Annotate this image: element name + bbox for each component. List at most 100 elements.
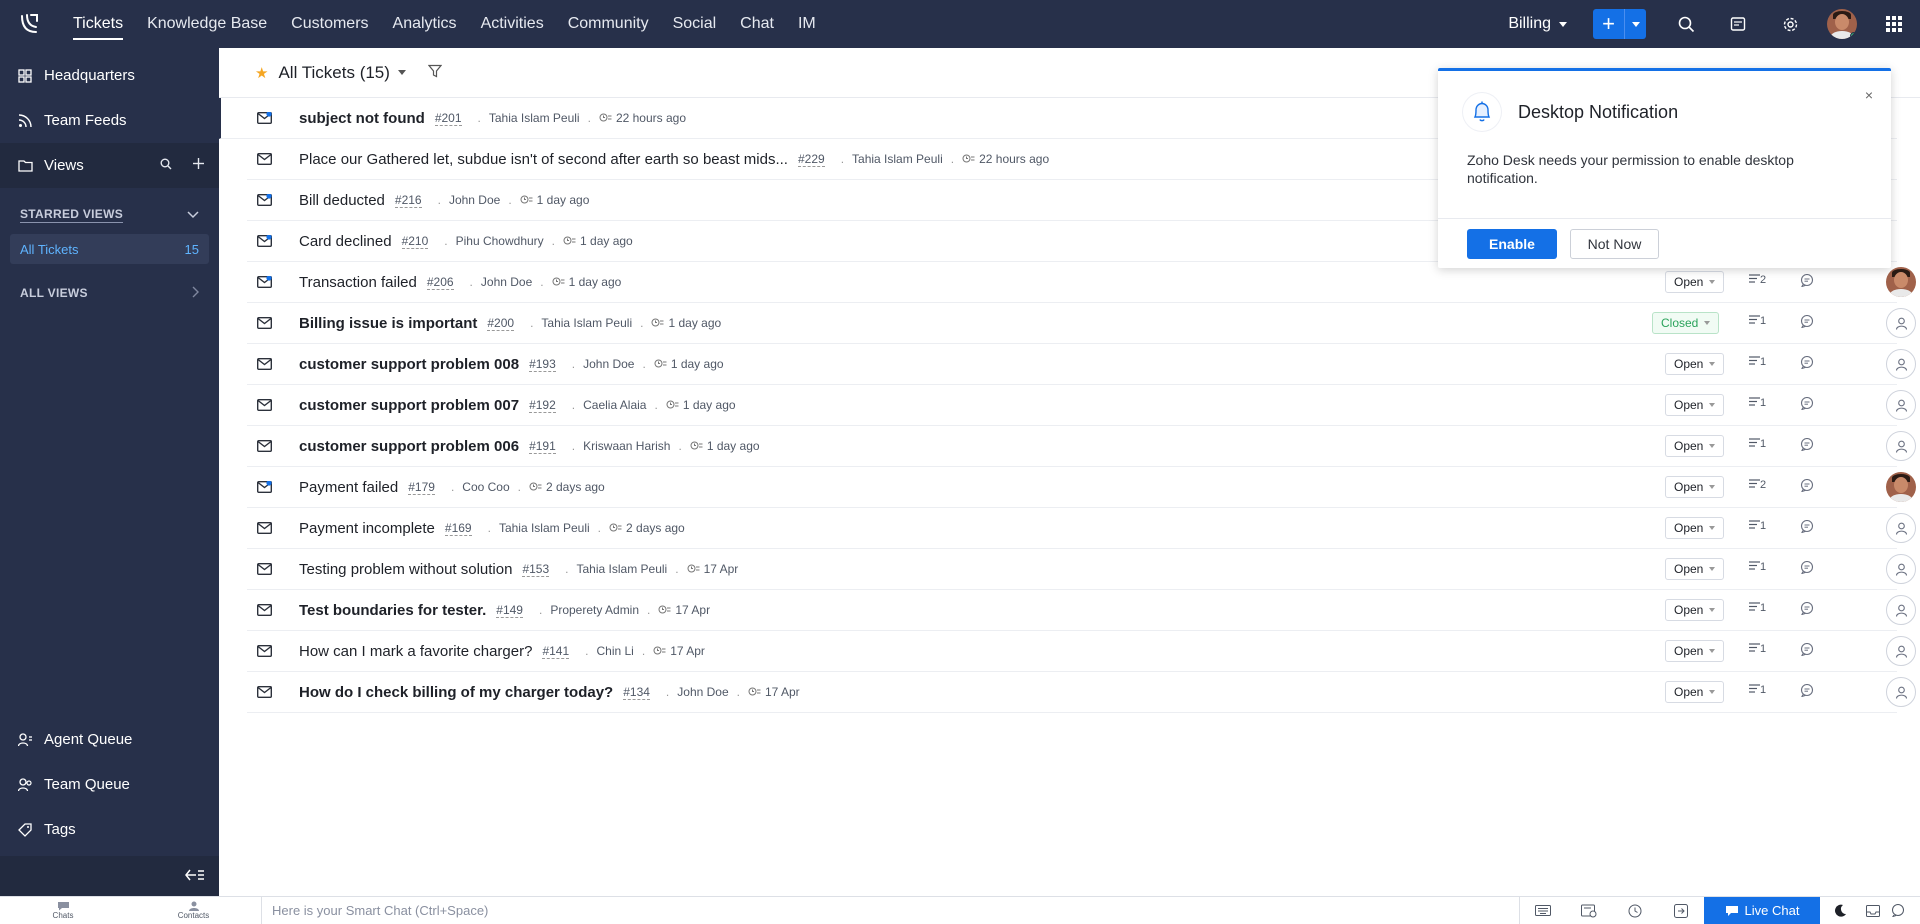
ticket-number[interactable]: #141 bbox=[542, 644, 570, 659]
thread-count[interactable]: 1 bbox=[1749, 520, 1766, 532]
ticket-subject[interactable]: subject not found bbox=[299, 110, 425, 127]
ticket-contact[interactable]: Tahia Islam Peuli bbox=[852, 152, 943, 166]
enable-button[interactable]: Enable bbox=[1467, 228, 1557, 259]
ticket-contact[interactable]: Caelia Alaia bbox=[583, 398, 646, 412]
ticket-subject[interactable]: Payment incomplete bbox=[299, 520, 435, 537]
ticket-row[interactable]: customer support problem 008 #193. John Do… bbox=[247, 344, 1916, 385]
assign-agent-icon[interactable] bbox=[1886, 554, 1916, 584]
chats-tab[interactable]: Chats bbox=[0, 897, 126, 924]
ticket-row[interactable]: How do I check billing of my charger tod… bbox=[247, 672, 1916, 713]
status-dropdown[interactable]: Closed bbox=[1652, 312, 1720, 334]
thread-count[interactable]: 1 bbox=[1749, 684, 1766, 696]
nav-tab-tickets[interactable]: Tickets bbox=[73, 0, 124, 48]
status-dropdown[interactable]: Open bbox=[1665, 353, 1725, 375]
ticket-subject[interactable]: Billing issue is important bbox=[299, 315, 477, 332]
comment-icon[interactable] bbox=[1800, 642, 1814, 659]
notes-icon[interactable] bbox=[1712, 0, 1764, 48]
ticket-status-icon[interactable] bbox=[1566, 897, 1612, 924]
nav-tab-community[interactable]: Community bbox=[568, 0, 649, 48]
assign-agent-icon[interactable] bbox=[1886, 349, 1916, 379]
zoho-desk-logo-icon[interactable] bbox=[0, 0, 58, 48]
close-icon[interactable]: × bbox=[1865, 87, 1873, 103]
ticket-subject[interactable]: Test boundaries for tester. bbox=[299, 602, 486, 619]
ticket-number[interactable]: #229 bbox=[797, 152, 825, 167]
assignee-avatar[interactable] bbox=[1886, 267, 1916, 297]
ticket-number[interactable]: #153 bbox=[522, 562, 550, 577]
ticket-row[interactable]: customer support problem 006 #191. Kriswaa… bbox=[247, 426, 1916, 467]
ticket-subject[interactable]: Payment failed bbox=[299, 479, 398, 496]
thread-count[interactable]: 1 bbox=[1749, 438, 1766, 450]
ticket-row[interactable]: Testing problem without solution #153. Tah… bbox=[247, 549, 1916, 590]
smart-chat-input[interactable]: Here is your Smart Chat (Ctrl+Space) bbox=[261, 896, 1520, 924]
keyboard-icon[interactable] bbox=[1520, 897, 1566, 924]
ticket-contact[interactable]: Kriswaan Harish bbox=[583, 439, 670, 453]
inbox-icon[interactable] bbox=[1860, 897, 1886, 924]
view-selector[interactable]: All Tickets (15) bbox=[278, 63, 406, 83]
add-dropdown-button[interactable] bbox=[1624, 9, 1646, 39]
ticket-contact[interactable]: Tahia Islam Peuli bbox=[499, 521, 590, 535]
live-chat-button[interactable]: Live Chat bbox=[1704, 896, 1820, 924]
clock-icon[interactable] bbox=[1612, 897, 1658, 924]
sidebar-item-views[interactable]: Views bbox=[0, 143, 219, 188]
ticket-contact[interactable]: John Doe bbox=[583, 357, 634, 371]
thread-count[interactable]: 1 bbox=[1749, 315, 1766, 327]
contacts-tab[interactable]: Contacts bbox=[126, 897, 261, 924]
ticket-row[interactable]: Billing issue is important #200. Tahia Isl… bbox=[247, 303, 1916, 344]
ticket-number[interactable]: #216 bbox=[394, 193, 422, 208]
ticket-subject[interactable]: Bill deducted bbox=[299, 192, 385, 209]
status-dropdown[interactable]: Open bbox=[1665, 394, 1725, 416]
thread-count[interactable]: 1 bbox=[1749, 602, 1766, 614]
ticket-contact[interactable]: Tahia Islam Peuli bbox=[577, 562, 668, 576]
thread-count[interactable]: 1 bbox=[1749, 561, 1766, 573]
ticket-contact[interactable]: Coo Coo bbox=[462, 480, 509, 494]
comment-icon[interactable] bbox=[1800, 683, 1814, 700]
ticket-row[interactable]: How can I mark a favorite charger? #141. C… bbox=[247, 631, 1916, 672]
ticket-subject[interactable]: customer support problem 008 bbox=[299, 356, 519, 373]
ticket-row[interactable]: customer support problem 007 #192. Caelia … bbox=[247, 385, 1916, 426]
comment-icon[interactable] bbox=[1800, 519, 1814, 536]
department-switcher[interactable]: Billing bbox=[1508, 15, 1567, 33]
nav-tab-analytics[interactable]: Analytics bbox=[393, 0, 457, 48]
ticket-row[interactable]: Test boundaries for tester. #149. Properet… bbox=[247, 590, 1916, 631]
status-dropdown[interactable]: Open bbox=[1665, 681, 1725, 703]
starred-views-header[interactable]: STARRED VIEWS bbox=[0, 198, 219, 232]
ticket-contact[interactable]: Tahia Islam Peuli bbox=[489, 111, 580, 125]
comment-icon[interactable] bbox=[1800, 560, 1814, 577]
thread-count[interactable]: 1 bbox=[1749, 643, 1766, 655]
gear-icon[interactable] bbox=[1764, 0, 1816, 48]
assign-agent-icon[interactable] bbox=[1886, 390, 1916, 420]
assign-agent-icon[interactable] bbox=[1886, 308, 1916, 338]
ticket-number[interactable]: #193 bbox=[529, 357, 556, 372]
ticket-number[interactable]: #149 bbox=[496, 603, 523, 618]
sidebar-item-tags[interactable]: Tags bbox=[0, 807, 219, 852]
status-dropdown[interactable]: Open bbox=[1665, 517, 1725, 539]
assign-agent-icon[interactable] bbox=[1886, 513, 1916, 543]
sidebar-item-headquarters[interactable]: Headquarters bbox=[0, 53, 219, 98]
comment-icon[interactable] bbox=[1800, 273, 1814, 290]
ticket-contact[interactable]: John Doe bbox=[677, 685, 728, 699]
comment-icon[interactable] bbox=[1800, 396, 1814, 413]
nav-tab-customers[interactable]: Customers bbox=[291, 0, 368, 48]
thread-count[interactable]: 1 bbox=[1749, 397, 1766, 409]
user-avatar[interactable] bbox=[1827, 9, 1857, 39]
ticket-subject[interactable]: Place our Gathered let, subdue isn't of … bbox=[299, 151, 788, 168]
collapse-sidebar-button[interactable] bbox=[0, 856, 219, 896]
assignee-avatar[interactable] bbox=[1886, 472, 1916, 502]
ticket-number[interactable]: #201 bbox=[434, 111, 462, 126]
ticket-contact[interactable]: Tahia Islam Peuli bbox=[541, 316, 632, 330]
ticket-number[interactable]: #169 bbox=[444, 521, 472, 536]
ticket-subject[interactable]: How do I check billing of my charger tod… bbox=[299, 684, 613, 701]
assign-agent-icon[interactable] bbox=[1886, 595, 1916, 625]
comment-icon[interactable] bbox=[1800, 437, 1814, 454]
ticket-row[interactable]: Payment failed #179. Coo Coo. 2 days ago Ope… bbox=[247, 467, 1916, 508]
ticket-number[interactable]: #179 bbox=[408, 480, 435, 495]
screen-share-icon[interactable] bbox=[1658, 897, 1704, 924]
all-views-header[interactable]: ALL VIEWS bbox=[0, 276, 219, 310]
add-new-button[interactable]: + bbox=[1593, 9, 1624, 39]
sidebar-item-agent-queue[interactable]: Agent Queue bbox=[0, 717, 219, 762]
search-icon[interactable] bbox=[1660, 0, 1712, 48]
ticket-subject[interactable]: Card declined bbox=[299, 233, 392, 250]
nav-tab-chat[interactable]: Chat bbox=[740, 0, 774, 48]
nav-tab-im[interactable]: IM bbox=[798, 0, 816, 48]
comment-icon[interactable] bbox=[1800, 314, 1814, 331]
